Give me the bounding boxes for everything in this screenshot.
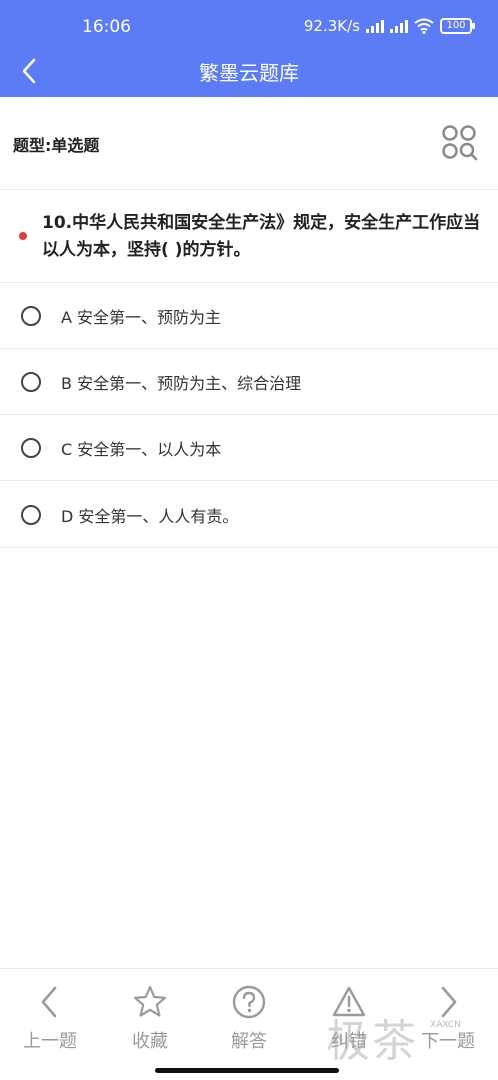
- watermark: 极茶: [326, 1016, 418, 1067]
- radio-b[interactable]: [21, 372, 41, 392]
- radio-a[interactable]: [21, 306, 41, 326]
- question-marker-dot: [19, 232, 27, 240]
- option-b[interactable]: B 安全第一、预防为主、综合治理: [0, 349, 498, 415]
- option-label: A 安全第一、预防为主: [61, 308, 222, 327]
- option-d[interactable]: D 安全第一、人人有责。: [0, 482, 498, 548]
- prev-label: 上一题: [23, 1031, 77, 1052]
- question-type-row: 题型:单选题: [0, 97, 498, 190]
- chevron-right-icon: [441, 986, 457, 1018]
- favorite-label: 收藏: [132, 1031, 168, 1052]
- battery-icon: 100: [440, 18, 475, 34]
- question-block: 10.中华人民共和国安全生产法》规定，安全生产工作应当以人为本，坚持( )的方针…: [0, 190, 498, 283]
- option-label: C 安全第一、以人为本: [61, 440, 222, 459]
- answer-card-button[interactable]: [441, 124, 479, 162]
- network-speed: 92.3K/s: [303, 17, 360, 35]
- wifi-icon: [414, 18, 434, 34]
- question-text: 10.中华人民共和国安全生产法》规定，安全生产工作应当以人为本，坚持( )的方针…: [42, 213, 481, 260]
- question-type-label: 题型:单选题: [13, 136, 100, 155]
- option-c[interactable]: C 安全第一、以人为本: [0, 415, 498, 481]
- radio-c[interactable]: [21, 438, 41, 458]
- prev-question-button[interactable]: 上一题: [0, 969, 100, 1059]
- watermark-small: XAXCN: [430, 1020, 461, 1030]
- bottom-nav: 上一题 收藏 解答 纠错 下一题: [0, 968, 498, 1080]
- option-label: D 安全第一、人人有责。: [61, 507, 239, 526]
- answer-label: 解答: [231, 1031, 267, 1052]
- answer-button[interactable]: 解答: [199, 969, 299, 1059]
- signal-2-icon: [390, 19, 408, 33]
- home-indicator[interactable]: [155, 1068, 339, 1073]
- app-header: 16:06 92.3K/s 100 繁墨云题库: [0, 0, 498, 97]
- option-label: B 安全第一、预防为主、综合治理: [61, 374, 302, 393]
- signal-icon: [366, 19, 384, 33]
- radio-d[interactable]: [21, 505, 41, 525]
- status-bar: 16:06 92.3K/s 100: [0, 0, 498, 50]
- option-a[interactable]: A 安全第一、预防为主: [0, 283, 498, 349]
- status-time: 16:06: [82, 17, 131, 37]
- status-indicators: 92.3K/s 100: [303, 17, 475, 35]
- favorite-button[interactable]: 收藏: [100, 969, 200, 1059]
- question-circle-icon: [232, 985, 266, 1019]
- chevron-left-icon: [41, 986, 57, 1018]
- page-title: 繁墨云题库: [199, 61, 299, 85]
- star-icon: [133, 985, 167, 1017]
